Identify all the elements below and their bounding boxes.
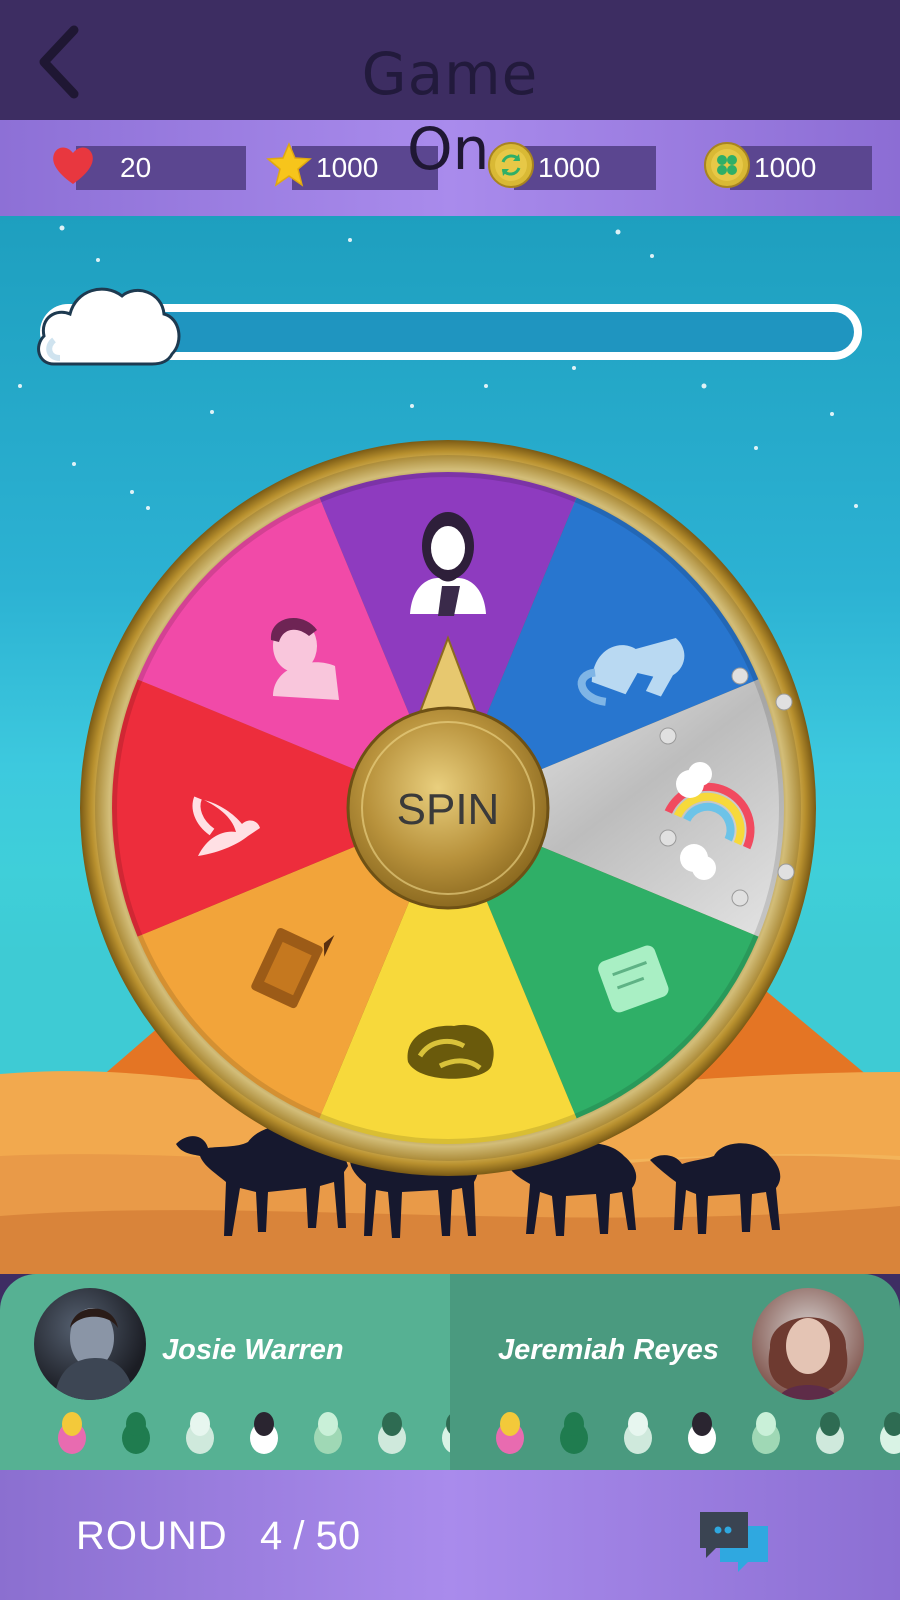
- scroll-icon: [300, 1406, 356, 1458]
- avatar-photo: [54, 1308, 134, 1400]
- chat-icon: [700, 1512, 768, 1572]
- player-card-right: Jeremiah Reyes: [450, 1274, 900, 1470]
- player-card-left: Josie Warren: [0, 1274, 470, 1470]
- players-panel: Josie Warren Jeremiah Reyes: [0, 1274, 900, 1470]
- avatar[interactable]: [34, 1288, 146, 1400]
- header: Game: [0, 0, 900, 120]
- manna-icon: [802, 1406, 858, 1458]
- avatar[interactable]: [752, 1288, 864, 1400]
- player-name: Josie Warren: [162, 1334, 344, 1366]
- spin-button[interactable]: SPIN: [346, 706, 550, 910]
- player-tokens: [44, 1406, 492, 1458]
- title-overflow-text: On: [407, 115, 490, 183]
- player-name: Jeremiah Reyes: [498, 1334, 719, 1366]
- king-icon: [482, 1406, 538, 1458]
- book-icon: [546, 1406, 602, 1458]
- game-scene: SPIN: [0, 216, 900, 1274]
- manna-icon: [364, 1406, 420, 1458]
- prize-wheel[interactable]: SPIN: [78, 438, 818, 1178]
- star-icon: [266, 142, 312, 187]
- round-label: ROUND: [76, 1514, 228, 1558]
- clover-coin-icon: [704, 142, 750, 188]
- angel-icon: [172, 1406, 228, 1458]
- chat-button[interactable]: [698, 1508, 770, 1574]
- jesus-icon: [674, 1406, 730, 1458]
- cloud-icon: [37, 287, 181, 366]
- round-value: 4 / 50: [260, 1514, 361, 1558]
- man-icon: [866, 1406, 900, 1458]
- lives-value: 20: [76, 146, 246, 190]
- refresh-coin-icon: [488, 142, 534, 188]
- player-tokens: [482, 1406, 900, 1458]
- angel-icon: [610, 1406, 666, 1458]
- jesus-icon: [236, 1406, 292, 1458]
- book-icon: [108, 1406, 164, 1458]
- wheel-graphic: SPIN: [80, 440, 816, 1176]
- scroll-icon: [738, 1406, 794, 1458]
- heart-icon: [53, 147, 93, 184]
- avatar-photo: [768, 1317, 848, 1400]
- king-icon: [44, 1406, 100, 1458]
- spin-label: SPIN: [397, 785, 500, 834]
- footer: ROUND 4 / 50: [0, 1470, 900, 1600]
- page-title: Game: [361, 40, 539, 108]
